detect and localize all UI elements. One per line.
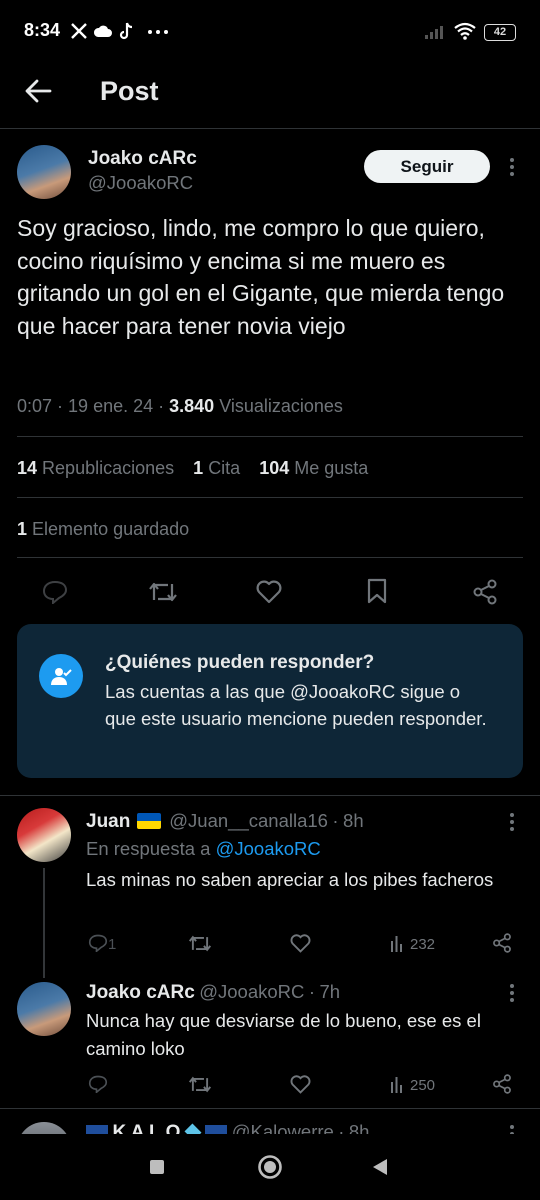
reply-author-name[interactable]: Joako cARc <box>86 982 195 1003</box>
back-arrow-icon[interactable] <box>24 78 52 104</box>
follow-button[interactable]: Seguir <box>364 150 490 183</box>
divider <box>17 436 523 437</box>
divider <box>0 795 540 796</box>
quotes-count: 1 <box>193 458 204 478</box>
reply-header: Juan @Juan__canalla16 · 8h <box>86 810 364 833</box>
reply-icon[interactable] <box>88 934 108 952</box>
more-options-icon[interactable] <box>509 812 515 832</box>
home-icon[interactable] <box>257 1154 283 1180</box>
reply-author-name[interactable]: Juan <box>86 811 130 832</box>
reply-to-handle[interactable]: @JooakoRC <box>216 838 321 859</box>
view-count: 3.840 <box>169 396 215 416</box>
reply-restriction-icon-circle <box>39 654 83 698</box>
reply-to-prefix: En respuesta a <box>86 838 211 859</box>
battery-level: 42 <box>493 26 507 38</box>
x-logo-icon <box>70 22 88 40</box>
reply-restriction-notice: ¿Quiénes pueden responder? Las cuentas a… <box>17 624 523 778</box>
repost-icon[interactable] <box>148 580 178 604</box>
battery-indicator: 42 <box>484 24 516 41</box>
more-options-icon[interactable] <box>509 983 515 1003</box>
tweet-meta: 0:07 · 19 ene. 24 · 3.840 Visualizacione… <box>17 396 343 416</box>
cloud-icon <box>93 24 113 38</box>
signal-icon <box>424 24 446 40</box>
status-bar: 8:34 42 <box>0 0 540 62</box>
thread-connector <box>43 868 45 978</box>
reply-age: 8h <box>343 810 364 831</box>
reposts-stat[interactable]: 14 Republicaciones <box>17 458 174 478</box>
page-title: Post <box>100 76 159 106</box>
quotes-stat[interactable]: 1 Cita <box>193 458 240 478</box>
reply-action-bar: 1 232 <box>86 930 516 958</box>
share-icon[interactable] <box>492 1074 512 1094</box>
repost-icon[interactable] <box>188 1075 212 1094</box>
reply-icon[interactable] <box>88 1075 108 1093</box>
quotes-label: Cita <box>208 458 241 478</box>
tweet-time: 0:07 <box>17 396 53 416</box>
separator-dot: · <box>332 810 339 831</box>
system-navigation-bar <box>0 1134 540 1200</box>
reply-avatar[interactable] <box>17 808 71 862</box>
views-icon[interactable] <box>390 935 406 952</box>
author-avatar[interactable] <box>17 145 71 199</box>
reply-text: Las minas no saben apreciar a los pibes … <box>86 869 494 890</box>
likes-count: 104 <box>259 458 290 478</box>
in-reply-to: En respuesta a @JooakoRC <box>86 838 321 860</box>
reply-count: 1 <box>108 936 117 953</box>
tweet-date: 19 ene. 24 <box>68 396 154 416</box>
like-icon[interactable] <box>290 1075 311 1094</box>
wifi-icon <box>453 22 477 40</box>
view-label: Visualizaciones <box>219 396 343 416</box>
reposts-count: 14 <box>17 458 38 478</box>
more-notifications-icon <box>148 30 168 34</box>
reply-avatar[interactable] <box>17 982 71 1036</box>
divider <box>17 497 523 498</box>
reply-author-handle[interactable]: @Juan__canalla16 <box>169 810 328 831</box>
more-options-icon[interactable] <box>509 157 515 177</box>
reply-text: Nunca hay que desviarse de lo bueno, ese… <box>86 1010 481 1059</box>
separator-dot: · <box>308 981 316 1002</box>
engagement-stats: 14 Republicaciones 1 Cita 104 Me gusta <box>17 458 368 479</box>
status-time: 8:34 <box>24 20 61 40</box>
reply-restriction-title: ¿Quiénes pueden responder? <box>105 652 375 673</box>
author-handle[interactable]: @JooakoRC <box>88 172 193 194</box>
bookmarks-stat[interactable]: 1 Elemento guardado <box>17 519 189 540</box>
reposts-label: Republicaciones <box>42 458 175 478</box>
reply-header: Joako cARc @JooakoRC · 7h <box>86 981 340 1004</box>
bookmarks-label: Elemento guardado <box>32 519 190 539</box>
reply-action-bar: 250 <box>86 1071 516 1099</box>
reply-icon <box>42 580 68 604</box>
divider <box>0 1108 540 1109</box>
bookmark-icon[interactable] <box>366 578 388 604</box>
share-icon[interactable] <box>492 933 512 953</box>
recents-icon[interactable] <box>149 1159 165 1175</box>
likes-label: Me gusta <box>294 458 369 478</box>
like-icon[interactable] <box>290 934 311 953</box>
tiktok-icon <box>119 21 135 41</box>
views-count: 250 <box>410 1077 436 1094</box>
views-count: 232 <box>410 936 436 953</box>
reply-age: 7h <box>319 981 341 1002</box>
share-icon[interactable] <box>472 579 498 605</box>
likes-stat[interactable]: 104 Me gusta <box>259 458 368 478</box>
user-check-icon <box>50 665 72 687</box>
back-icon[interactable] <box>371 1158 389 1176</box>
like-icon[interactable] <box>256 580 282 604</box>
reply-restriction-body: Las cuentas a las que @JooakoRC sigue o … <box>105 681 487 729</box>
top-header: Post <box>0 62 540 129</box>
divider <box>17 557 523 558</box>
views-icon[interactable] <box>390 1076 406 1093</box>
bookmarks-count: 1 <box>17 519 28 539</box>
repost-icon[interactable] <box>188 934 212 953</box>
tweet-text: Soy gracioso, lindo, me compro lo que qu… <box>17 215 505 339</box>
flag-icon <box>136 813 161 829</box>
author-name[interactable]: Joako cARc <box>88 148 197 170</box>
reply-author-handle[interactable]: @JooakoRC <box>199 981 304 1002</box>
